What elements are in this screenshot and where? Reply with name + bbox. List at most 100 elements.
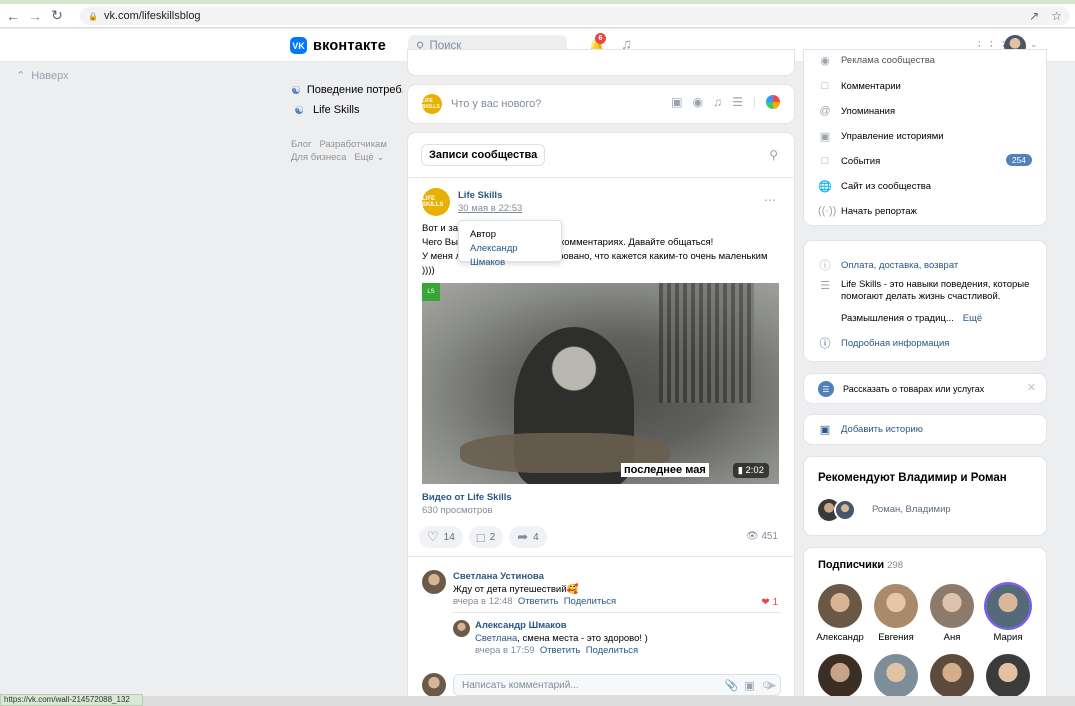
mention-link[interactable]: Светлана	[475, 633, 517, 644]
browser-scrollbar[interactable]	[143, 696, 1075, 706]
footer-line[interactable]: Блог Разработчикам	[291, 138, 387, 151]
comment-meta: вчера в 17:59 Ответить Поделиться	[475, 645, 775, 658]
photo-icon[interactable]: ▣	[671, 95, 682, 109]
reply-author-avatar[interactable]	[453, 620, 470, 637]
commenter-avatar[interactable]	[422, 570, 446, 594]
menu-item-comments[interactable]: □ Комментарии	[818, 80, 901, 92]
comment-author[interactable]: Александр Шмаков	[475, 620, 775, 633]
post-more-icon[interactable]: ⋯	[764, 193, 777, 207]
share-link[interactable]: Поделиться	[564, 596, 616, 607]
scroll-up-button[interactable]: ⌃ Наверх	[16, 69, 69, 83]
recommender-avatar[interactable]	[834, 499, 856, 521]
composer-placeholder[interactable]: Что у вас нового?	[451, 98, 541, 110]
menu-item-events[interactable]: □ События	[818, 155, 881, 167]
reply-link[interactable]: Ответить	[540, 645, 581, 656]
menu-item-stories[interactable]: ▣ Управление историями	[818, 130, 944, 143]
comment-input[interactable]: Написать комментарий... 📎 ▣ ☺	[453, 674, 781, 696]
subscriber-avatar	[930, 584, 974, 628]
tell-label: Рассказать о товарах или услугах	[843, 384, 985, 394]
details-link[interactable]: Подробная информация	[841, 338, 949, 349]
add-story[interactable]: ▣ Добавить историю	[804, 415, 1046, 444]
subscriber[interactable]: Евгения	[870, 584, 922, 643]
menu-item-ads[interactable]: ◉ Реклама сообщества	[818, 54, 935, 67]
like-button[interactable]: ♡ 14	[419, 526, 463, 548]
subscriber-avatar	[818, 654, 862, 698]
subscriber[interactable]	[926, 654, 978, 702]
share-button[interactable]: ➦ 4	[509, 526, 547, 548]
notifications-badge: 6	[595, 33, 606, 44]
comment-like[interactable]: ❤ 1	[761, 597, 778, 608]
reply-link[interactable]: Ответить	[518, 596, 559, 607]
subscriber[interactable]: Мария	[982, 584, 1034, 643]
question-icon: ⓘ	[819, 260, 831, 272]
add-story-link[interactable]: Добавить историю	[841, 424, 923, 435]
comment: Светлана Устинова Жду от дета путешестви…	[453, 571, 783, 609]
vk-logo-text: вконтакте	[313, 37, 386, 54]
left-nav: ☯ Поведение потреб... ☯ Life Skills	[291, 80, 403, 120]
menu-item-broadcast[interactable]: ((·)) Начать репортаж	[818, 205, 917, 217]
share-link[interactable]: Поделиться	[586, 645, 638, 656]
divider	[453, 612, 781, 613]
article-icon[interactable]: ☰	[732, 95, 743, 109]
video-icon[interactable]: ◉	[693, 95, 703, 109]
left-nav-item-behavior[interactable]: ☯ Поведение потреб...	[291, 80, 403, 100]
description-line: помогают делать жизнь счастливой.	[841, 290, 1001, 302]
comment-time[interactable]: вчера в 12:48	[453, 596, 513, 607]
video-frame-shelf	[659, 283, 754, 403]
comment-author[interactable]: Светлана Устинова	[453, 571, 783, 584]
post-views: 👁 451	[746, 531, 778, 542]
camera-icon[interactable]: ▣	[744, 679, 754, 692]
menu-item-site[interactable]: 🌐 Сайт из сообщества	[818, 180, 931, 193]
reload-icon[interactable]: ↻	[48, 7, 66, 25]
subscriber[interactable]	[814, 654, 866, 702]
payment-link[interactable]: Оплата, доставка, возврат	[841, 260, 958, 271]
forward-icon[interactable]: →	[26, 7, 44, 25]
tell-about-goods[interactable]: ☰ Рассказать о товарах или услугах ✕	[804, 374, 1046, 403]
share-arrow-icon: ➦	[517, 529, 529, 544]
left-nav-item-lifeskills[interactable]: ☯ Life Skills	[291, 100, 403, 120]
subscribers-title-row[interactable]: Подписчики 298	[818, 559, 903, 571]
footer-links[interactable]: Блог Разработчикам Для бизнеса Ещё ⌄	[291, 138, 387, 164]
address-bar[interactable]: 🔒 vk.com/lifeskillsblog ↗ ☆	[80, 7, 1070, 25]
subscriber[interactable]	[870, 654, 922, 702]
left-nav-label: Life Skills	[313, 104, 360, 116]
subscriber[interactable]: Александр	[814, 584, 866, 643]
subscriber[interactable]	[982, 654, 1034, 702]
close-icon[interactable]: ✕	[1027, 381, 1036, 394]
post-date[interactable]: 30 мая в 22:53	[458, 203, 522, 214]
post-composer[interactable]: LIFE SKILLS Что у вас нового? ▣ ◉ ♫ ☰ |	[408, 85, 794, 123]
recommend-names[interactable]: Роман, Владимир	[872, 504, 951, 515]
vk-logo[interactable]: VK вконтакте	[290, 37, 386, 54]
chevron-up-icon: ⌃	[16, 70, 26, 82]
music-icon[interactable]: ♫	[713, 95, 722, 109]
subscriber-avatar	[930, 654, 974, 698]
post-author-name[interactable]: Life Skills	[458, 190, 502, 201]
color-palette-icon[interactable]	[766, 95, 780, 109]
subscriber-avatar	[818, 584, 862, 628]
info-details[interactable]: ⓘ Подробная информация	[818, 335, 950, 351]
subscribers-block: Подписчики 298 Александр Евгения Аня Мар…	[804, 548, 1046, 706]
comment-button[interactable]: □ 2	[468, 526, 504, 548]
subscriber[interactable]: Аня	[926, 584, 978, 643]
back-icon[interactable]: ←	[4, 7, 22, 25]
menu-item-mentions[interactable]: @ Упоминания	[818, 105, 895, 117]
send-icon[interactable]: ➤	[765, 677, 777, 694]
video-title[interactable]: Видео от Life Skills	[422, 492, 512, 503]
footer-line[interactable]: Для бизнеса Ещё ⌄	[291, 151, 387, 164]
share-icon[interactable]: ↗	[1029, 9, 1039, 23]
comment-time[interactable]: вчера в 17:59	[475, 645, 535, 656]
attach-icon[interactable]: 📎	[725, 679, 739, 692]
bookmark-star-icon[interactable]: ☆	[1051, 9, 1062, 23]
chevron-down-icon[interactable]: ⌄	[1030, 39, 1038, 50]
wall-search-icon[interactable]: ⚲	[769, 148, 778, 162]
video-player[interactable]: LS последнее мая ▮ 2:02	[422, 283, 779, 484]
more-link[interactable]: Ещё	[963, 313, 982, 324]
tab-community-posts[interactable]: Записи сообщества	[421, 144, 546, 166]
group-icon: ☯	[294, 104, 304, 117]
subscribers-count: 298	[887, 560, 904, 571]
divider	[408, 556, 794, 557]
events-badge: 254	[1005, 154, 1032, 166]
info-payment[interactable]: ⓘ Оплата, доставка, возврат	[818, 257, 959, 273]
post-author-avatar[interactable]: LIFE SKILLS	[422, 188, 450, 216]
tooltip-author-link[interactable]: Александр Шмаков	[470, 242, 550, 270]
